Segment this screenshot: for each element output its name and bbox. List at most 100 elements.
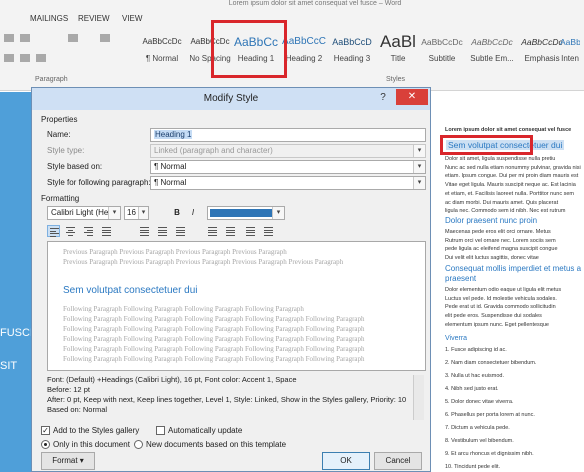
bold-button[interactable]: B (170, 206, 184, 220)
icon-line (264, 232, 273, 233)
align-center-icon[interactable] (64, 225, 77, 237)
style-type-select: Linked (paragraph and character) ▾ (150, 144, 426, 158)
style-following-select[interactable]: ¶ Normal ▾ (150, 176, 426, 190)
following-paragraph-text: Following Paragraph Following Paragraph … (63, 315, 365, 323)
tab-mailings[interactable]: MAILINGS (30, 14, 68, 23)
icon-line (102, 234, 111, 236)
description-line: Before: 12 pt (47, 385, 90, 394)
icon-line (84, 232, 93, 233)
style-preview-pane: Previous Paragraph Previous Paragraph Pr… (47, 241, 426, 371)
style-subtitle[interactable]: AaBbCcDc Subtitle (416, 28, 468, 70)
ok-button[interactable]: OK (322, 452, 370, 470)
style-heading-3[interactable]: AaBbCcD Heading 3 (326, 28, 378, 70)
space-after-icon[interactable] (224, 225, 237, 237)
numbering-icon[interactable] (20, 34, 30, 42)
bullets-icon[interactable] (4, 34, 14, 42)
justify-icon[interactable] (100, 225, 113, 237)
help-button[interactable]: ? (376, 90, 390, 106)
doc-line: etiam. Ipsum congue. Dui per mi proin di… (445, 173, 579, 180)
single-spacing-icon[interactable] (138, 225, 151, 237)
window-title: Lorem ipsum dolor sit amet consequat vel… (228, 0, 402, 7)
new-documents-radio[interactable] (134, 440, 143, 449)
indent-icon[interactable] (68, 34, 78, 42)
chevron-down-icon[interactable]: ▾ (272, 207, 284, 219)
align-right-icon[interactable] (36, 54, 46, 62)
one-half-spacing-icon[interactable] (156, 225, 169, 237)
doc-line: Pede erat ut id. Gravida commodo sollici… (445, 304, 556, 311)
chevron-down-icon[interactable]: ▾ (108, 207, 120, 219)
doc-line: Luctus vel pede. Id molestie vehicula so… (445, 295, 557, 302)
style-type-label: Style type: (47, 146, 85, 155)
align-left-icon[interactable] (4, 54, 14, 62)
style-intense[interactable]: AaBbCcDc Inten (560, 28, 580, 70)
style-subtle-emphasis[interactable]: AaBbCcDc Subtle Em... (466, 28, 518, 70)
doc-line: Dolor sit amet, ligula suspendisse nulla… (445, 156, 556, 162)
style-based-on-value: ¶ Normal (154, 162, 187, 171)
font-color-select[interactable]: ▾ (207, 206, 285, 220)
only-this-document-radio[interactable] (41, 440, 50, 449)
chevron-down-icon[interactable]: ▾ (413, 177, 425, 189)
align-center-icon[interactable] (20, 54, 30, 62)
icon-line (208, 229, 217, 231)
icon-line (246, 229, 255, 231)
style-name: Subtitle (428, 54, 456, 63)
group-label-styles: Styles (386, 76, 406, 83)
styles-gallery: AaBbCcDc ¶ Normal AaBbCcDc No Spacing AaBb… (132, 28, 580, 72)
style-normal[interactable]: AaBbCcDc ¶ Normal (136, 28, 188, 70)
doc-heading-3a: Consequat mollis imperdiet et metus a (445, 264, 582, 273)
increase-indent-icon[interactable] (262, 225, 275, 237)
doc-line: ac diam morbi. Dui mauris amet. Quis pla… (445, 199, 559, 206)
style-based-on-label: Style based on: (47, 162, 103, 171)
icon-line (226, 234, 235, 236)
style-name: ¶ Normal (145, 54, 179, 63)
list-item: 3. Nulla ut hac euismod. (445, 373, 505, 379)
description-scrollbar[interactable] (413, 375, 424, 420)
tab-review[interactable]: REVIEW (78, 14, 110, 23)
size-select[interactable]: 16 ▾ (124, 206, 149, 220)
size-value: 16 (127, 208, 136, 217)
icon-line (50, 233, 59, 234)
cancel-button[interactable]: Cancel (374, 452, 422, 470)
chevron-down-icon[interactable]: ▾ (138, 207, 148, 219)
following-paragraph-text: Following Paragraph Following Paragraph … (63, 335, 365, 343)
chevron-down-icon[interactable]: ▾ (413, 161, 425, 173)
double-spacing-icon[interactable] (174, 225, 187, 237)
empty-style-button[interactable] (153, 206, 167, 220)
icon-line (102, 229, 111, 231)
style-based-on-select[interactable]: ¶ Normal ▾ (150, 160, 426, 174)
icon-line (264, 234, 273, 236)
name-value: Heading 1 (154, 130, 193, 139)
style-preview: AaBbCcDc (142, 37, 182, 46)
icon-line (50, 228, 59, 229)
align-right-icon[interactable] (82, 225, 95, 237)
italic-button[interactable]: I (186, 206, 200, 220)
icon-line (226, 229, 235, 231)
list-item: 4. Nibh sed justo erat. (445, 386, 499, 392)
auto-update-checkbox[interactable] (156, 426, 165, 435)
font-select[interactable]: Calibri Light (Head ▾ (47, 206, 121, 220)
doc-line: Dolor elementum odio eaque ut ligula eli… (445, 287, 562, 293)
dialog-titlebar[interactable]: Modify Style ? ✕ (32, 88, 430, 110)
pilcrow-icon[interactable] (100, 34, 110, 42)
list-item: 6. Phasellus per porta lorem at nunc. (445, 412, 535, 418)
tab-view[interactable]: VIEW (122, 14, 142, 23)
space-before-icon[interactable] (206, 225, 219, 237)
icon-line (208, 234, 217, 236)
name-label: Name: (47, 130, 71, 139)
icon-line (208, 232, 217, 233)
only-this-document-label: Only in this document (53, 440, 130, 449)
align-left-icon[interactable] (47, 225, 60, 237)
decrease-indent-icon[interactable] (244, 225, 257, 237)
doc-paragraph: Maecenas pede eros elit orci ornare. Met… (445, 228, 558, 263)
close-button[interactable]: ✕ (396, 89, 428, 105)
heading1-highlight-box (211, 20, 287, 78)
icon-line (226, 227, 235, 228)
add-to-gallery-checkbox[interactable]: ✓ (41, 426, 50, 435)
name-field[interactable]: Heading 1 (150, 128, 426, 142)
list-item: 8. Vestibulum vel bibendum. (445, 438, 514, 444)
doc-paragraph: Dolor sit amet, ligula suspendisse nulla… (445, 155, 581, 216)
list-item: 5. Dolor donec vitae viverra. (445, 399, 514, 405)
format-button[interactable]: Format ▾ (41, 452, 95, 470)
doc-line: Dui velit elit luctus sagittis, donec vi… (445, 255, 539, 262)
group-label-paragraph: Paragraph (35, 76, 68, 83)
